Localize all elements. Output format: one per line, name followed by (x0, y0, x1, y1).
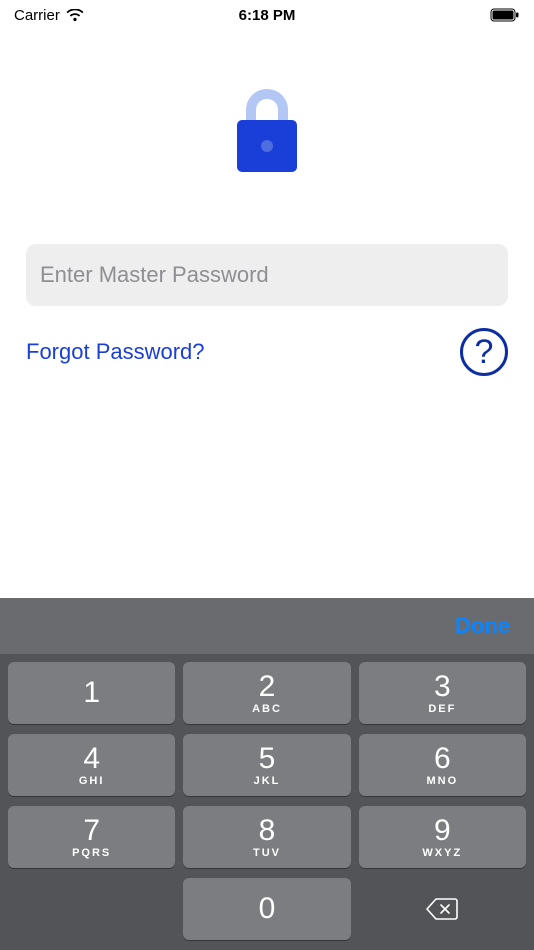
key-letters: GHI (79, 775, 105, 787)
key-row: 7 PQRS 8 TUV 9 WXYZ (8, 806, 526, 868)
key-letters: ABC (252, 703, 282, 715)
status-right (490, 8, 520, 22)
keyboard-accessory-bar: Done (0, 598, 534, 654)
key-digit: 4 (83, 744, 100, 774)
key-letters: PQRS (72, 847, 111, 859)
key-1[interactable]: 1 (8, 662, 175, 724)
wifi-icon (66, 9, 84, 22)
carrier-label: Carrier (14, 7, 60, 24)
key-row: 0 (8, 878, 526, 940)
question-mark-icon: ? (475, 335, 494, 369)
help-button[interactable]: ? (460, 328, 508, 376)
backspace-key[interactable] (359, 878, 526, 940)
done-button[interactable]: Done (455, 613, 510, 639)
forgot-help-row: Forgot Password? ? (26, 328, 508, 376)
numeric-keyboard: Done 1 2 ABC 3 DEF 4 GHI 5 (0, 598, 534, 950)
key-letters: MNO (426, 775, 458, 787)
master-password-input[interactable] (26, 244, 508, 306)
key-row: 4 GHI 5 JKL 6 MNO (8, 734, 526, 796)
keypad: 1 2 ABC 3 DEF 4 GHI 5 JKL 6 (0, 654, 534, 950)
key-digit: 6 (434, 744, 451, 774)
key-digit: 0 (259, 894, 276, 924)
key-digit: 5 (259, 744, 276, 774)
password-input-wrap (26, 244, 508, 306)
status-left: Carrier (14, 7, 84, 24)
key-digit: 9 (434, 816, 451, 846)
key-digit: 2 (259, 672, 276, 702)
lock-icon (227, 86, 307, 178)
key-digit: 8 (259, 816, 276, 846)
key-9[interactable]: 9 WXYZ (359, 806, 526, 868)
key-6[interactable]: 6 MNO (359, 734, 526, 796)
key-digit: 1 (83, 678, 100, 708)
key-letters: DEF (428, 703, 456, 715)
key-digit: 3 (434, 672, 451, 702)
forgot-password-link[interactable]: Forgot Password? (26, 339, 205, 365)
key-3[interactable]: 3 DEF (359, 662, 526, 724)
key-0[interactable]: 0 (183, 878, 350, 940)
key-2[interactable]: 2 ABC (183, 662, 350, 724)
lock-area (0, 86, 534, 178)
key-5[interactable]: 5 JKL (183, 734, 350, 796)
key-4[interactable]: 4 GHI (8, 734, 175, 796)
key-letters: WXYZ (422, 847, 462, 859)
backspace-icon (425, 897, 459, 921)
status-time: 6:18 PM (239, 7, 296, 24)
key-7[interactable]: 7 PQRS (8, 806, 175, 868)
status-bar: Carrier 6:18 PM (0, 0, 534, 28)
key-row: 1 2 ABC 3 DEF (8, 662, 526, 724)
battery-icon (490, 8, 520, 22)
key-8[interactable]: 8 TUV (183, 806, 350, 868)
key-digit: 7 (83, 816, 100, 846)
key-letters: JKL (254, 775, 281, 787)
key-blank (8, 878, 175, 940)
key-letters: TUV (253, 847, 281, 859)
